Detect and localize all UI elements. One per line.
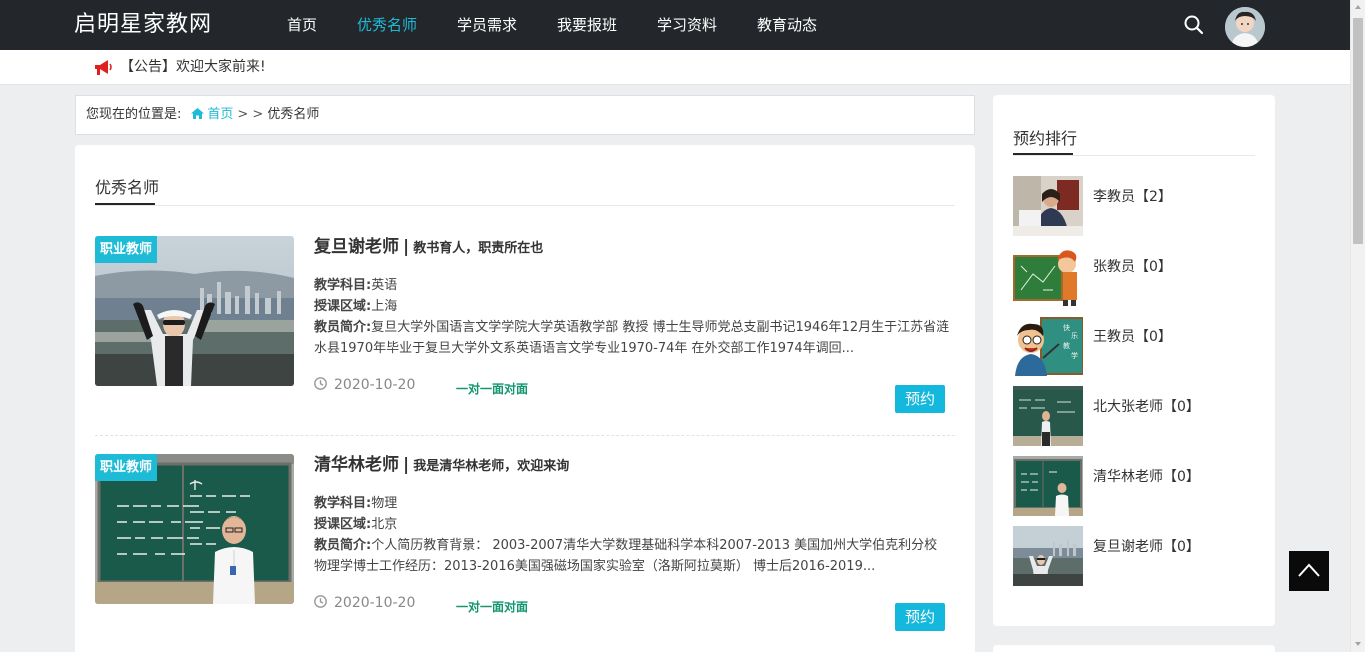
- intro-text: 复旦大学外国语言文学学院大学英语教学部 教授 博士生导师党总支副书记1946年1…: [314, 320, 950, 356]
- ranking-thumb: [1013, 246, 1083, 306]
- scroll-up-arrow[interactable]: [1355, 5, 1361, 9]
- teacher-photo[interactable]: 职业教师: [95, 236, 294, 386]
- notice-bar: 【公告】欢迎大家前来!: [0, 50, 1350, 85]
- ranking-thumb: [1013, 176, 1083, 236]
- breadcrumb-separator: > >: [237, 107, 264, 122]
- subject-label: 教学科目:: [314, 278, 372, 293]
- book-button[interactable]: 预约: [895, 603, 945, 631]
- ranking-thumb: 快乐教学: [1013, 316, 1083, 376]
- ranking-item[interactable]: 快乐教学 王教员【0】: [1013, 316, 1255, 376]
- teacher-intro: 教员简介:个人简历教育背景： 2003-2007清华大学数理基础科学本科2007…: [314, 535, 950, 577]
- date-text: 2020-10-20: [334, 377, 416, 393]
- user-avatar[interactable]: [1225, 7, 1265, 47]
- clock-icon: [314, 595, 327, 608]
- scrollbar-thumb[interactable]: [1353, 18, 1363, 244]
- nav-item-teachers[interactable]: 优秀名师: [357, 0, 417, 50]
- ranking-item[interactable]: 北大张老师【0】: [1013, 386, 1255, 446]
- teacher-name-link[interactable]: 清华林老师: [314, 455, 399, 475]
- teacher-tag: 职业教师: [95, 236, 158, 263]
- top-navbar: 启明星家教网 首页 优秀名师 学员需求 我要报班 学习资料 教育动态: [0, 0, 1350, 50]
- area-label: 授课区域:: [314, 517, 372, 532]
- scroll-down-arrow[interactable]: [1355, 642, 1361, 646]
- teacher-motto: 我是清华林老师，欢迎来询: [413, 459, 570, 474]
- teacher-card: 职业教师 复旦谢老师 | 教书育人，职责所在也 教学科目:英语 授课区域:上海 教员…: [95, 236, 955, 436]
- title-separator: |: [403, 455, 410, 475]
- svg-text:快: 快: [1063, 323, 1070, 332]
- svg-text:教: 教: [1063, 341, 1070, 350]
- sidebar-panel-secondary: [993, 645, 1275, 652]
- card-divider: [95, 435, 955, 436]
- nav-item-news[interactable]: 教育动态: [757, 0, 817, 50]
- book-button[interactable]: 预约: [895, 385, 945, 413]
- ranking-item[interactable]: 张教员【0】: [1013, 246, 1255, 306]
- teacher-intro: 教员简介:复旦大学外国语言文学学院大学英语教学部 教授 博士生导师党总支副书记1…: [314, 317, 950, 359]
- megaphone-icon: [93, 59, 113, 77]
- svg-text:学: 学: [1071, 351, 1078, 360]
- ranking-panel: 预约排行 李教员【2】 张教员【0】 快乐教学 王教员【0】 北大张老师【0】 …: [993, 95, 1275, 626]
- ranking-name: 复旦谢老师【0】: [1093, 539, 1200, 555]
- ranking-thumb: [1013, 386, 1083, 446]
- search-icon[interactable]: [1183, 14, 1205, 36]
- ranking-name: 张教员【0】: [1093, 259, 1172, 275]
- breadcrumb: 您现在的位置是: 首页 > > 优秀名师: [75, 95, 975, 135]
- area-value: 北京: [371, 517, 398, 532]
- intro-text: 个人简历教育背景： 2003-2007清华大学数理基础科学本科2007-2013…: [314, 538, 938, 574]
- nav-item-enroll[interactable]: 我要报班: [557, 0, 617, 50]
- date-text: 2020-10-20: [334, 595, 416, 611]
- breadcrumb-current: 优秀名师: [267, 107, 320, 122]
- nav-item-materials[interactable]: 学习资料: [657, 0, 717, 50]
- nav-item-student-needs[interactable]: 学员需求: [457, 0, 517, 50]
- teacher-subject: 教学科目:英语: [314, 275, 397, 296]
- teacher-title: 清华林老师 | 我是清华林老师，欢迎来询: [314, 454, 569, 478]
- section-divider: [95, 205, 955, 206]
- teacher-motto: 教书育人，职责所在也: [413, 241, 544, 256]
- subject-value: 英语: [371, 278, 398, 293]
- notice-text: 【公告】欢迎大家前来!: [120, 59, 266, 75]
- teaching-mode: 一对一面对面: [456, 382, 529, 396]
- teacher-tag: 职业教师: [95, 454, 158, 481]
- teacher-title: 复旦谢老师 | 教书育人，职责所在也: [314, 236, 543, 260]
- section-title: 优秀名师: [95, 178, 160, 197]
- clock-icon: [314, 377, 327, 390]
- teacher-list-panel: 优秀名师 职业教师 复旦谢老师 | 教书育人，职责所在也 教学科目:英语 授课区…: [75, 145, 975, 652]
- post-date: 2020-10-20: [314, 377, 415, 393]
- site-logo[interactable]: 启明星家教网: [74, 10, 212, 40]
- svg-text:乐: 乐: [1071, 331, 1078, 340]
- ranking-name: 王教员【0】: [1093, 329, 1172, 345]
- teacher-card: 职业教师 清华林老师 | 我是清华林老师，欢迎来询 教学科目:物理 授课区域:北京 …: [95, 454, 955, 652]
- intro-label: 教员简介:: [314, 538, 372, 553]
- intro-label: 教员简介:: [314, 320, 372, 335]
- ranking-name: 北大张老师【0】: [1093, 399, 1200, 415]
- ranking-item[interactable]: 复旦谢老师【0】: [1013, 526, 1255, 586]
- teacher-area: 授课区域:上海: [314, 296, 397, 317]
- subject-label: 教学科目:: [314, 496, 372, 511]
- post-date: 2020-10-20: [314, 595, 415, 611]
- breadcrumb-home-link[interactable]: 首页: [207, 107, 233, 122]
- teacher-name-link[interactable]: 复旦谢老师: [314, 237, 399, 257]
- ranking-name: 清华林老师【0】: [1093, 469, 1200, 485]
- home-icon: [191, 97, 205, 119]
- area-value: 上海: [371, 299, 398, 314]
- ranking-name: 李教员【2】: [1093, 189, 1172, 205]
- ranking-item[interactable]: 李教员【2】: [1013, 176, 1255, 236]
- title-separator: |: [403, 237, 410, 257]
- ranking-title-underline: [1013, 153, 1073, 155]
- teacher-subject: 教学科目:物理: [314, 493, 397, 514]
- teaching-mode: 一对一面对面: [456, 600, 529, 614]
- teacher-photo[interactable]: 职业教师: [95, 454, 294, 604]
- back-to-top-button[interactable]: [1289, 551, 1329, 591]
- ranking-thumb: [1013, 456, 1083, 516]
- breadcrumb-prefix: 您现在的位置是:: [86, 107, 182, 122]
- page-scrollbar[interactable]: [1350, 0, 1365, 652]
- area-label: 授课区域:: [314, 299, 372, 314]
- ranking-divider: [1013, 155, 1255, 156]
- ranking-title: 预约排行: [1013, 129, 1078, 148]
- subject-value: 物理: [371, 496, 398, 511]
- section-title-underline: [95, 203, 155, 205]
- teacher-area: 授课区域:北京: [314, 514, 397, 535]
- nav-item-home[interactable]: 首页: [287, 0, 317, 50]
- ranking-thumb: [1013, 526, 1083, 586]
- ranking-item[interactable]: 清华林老师【0】: [1013, 456, 1255, 516]
- chevron-up-icon: [1298, 563, 1320, 577]
